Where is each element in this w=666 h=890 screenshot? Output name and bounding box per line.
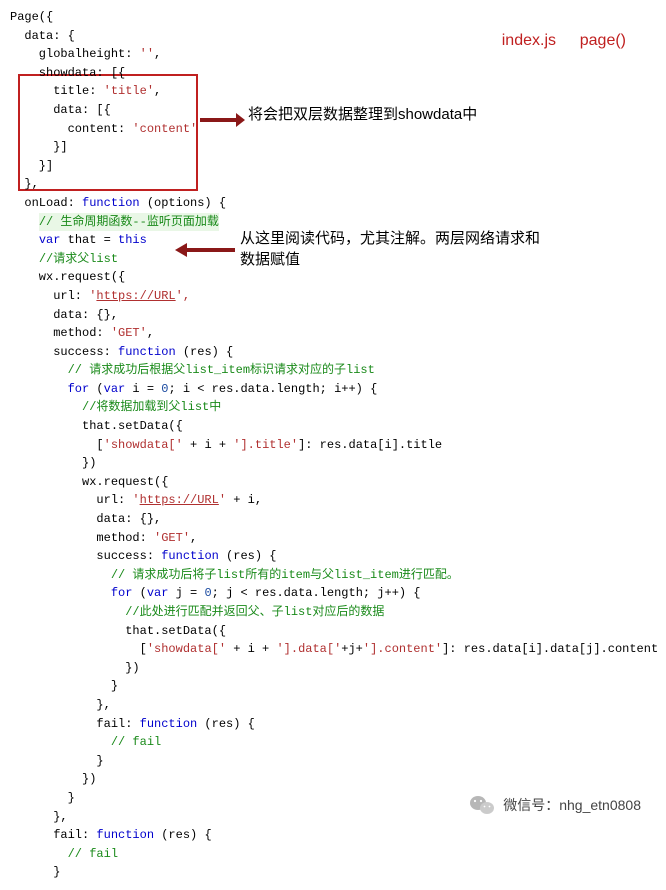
wechat-watermark: 微信号：nhg_etn0808 [469, 794, 641, 816]
code-block: Page({ data: { globalheight: '', showdat… [0, 0, 666, 890]
highlighted-comment: // 生命周期函数--监听页面加载 [39, 213, 219, 232]
wechat-icon [469, 794, 495, 816]
wechat-label: 微信号：nhg_etn0808 [503, 795, 641, 815]
